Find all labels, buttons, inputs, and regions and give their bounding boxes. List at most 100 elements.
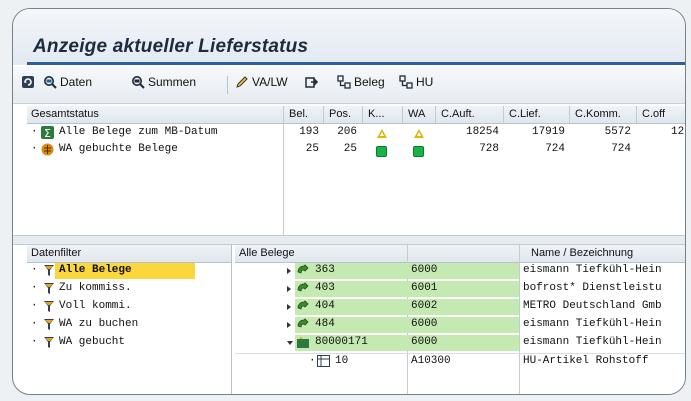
daten-button[interactable]: Daten — [43, 75, 92, 89]
export-button[interactable] — [305, 75, 319, 89]
doc-number: 80000171 — [315, 336, 368, 348]
tree-bullet: · — [31, 143, 38, 155]
column-divider — [362, 106, 363, 123]
collapse-arrow-icon[interactable] — [287, 341, 293, 345]
col-pos[interactable]: Pos. — [329, 108, 351, 120]
tree-bullet: · — [31, 336, 38, 348]
col-bel[interactable]: Bel. — [289, 108, 308, 120]
title-underline — [27, 62, 685, 65]
summen-button[interactable]: Summen — [131, 75, 196, 89]
summen-label: Summen — [148, 75, 197, 89]
col-c-auft[interactable]: C.Auft. — [441, 108, 475, 120]
col-wa[interactable]: WA — [408, 108, 425, 120]
list-item[interactable]: 80000171 6000 eismann Tiefkühl-Hein — [235, 335, 685, 351]
tree-bullet: · — [309, 355, 316, 367]
pos-value: 25 — [343, 143, 357, 155]
col-k[interactable]: K... — [368, 108, 385, 120]
doc-code: 6002 — [411, 300, 438, 312]
filter-label: Voll kommi. — [59, 300, 132, 312]
tree-bullet: · — [31, 318, 38, 330]
list-item[interactable]: 363 6000 eismann Tiefkühl-Hein — [235, 263, 685, 279]
bel-value: 25 — [305, 143, 319, 155]
filter-icon — [44, 319, 54, 330]
column-divider — [636, 106, 637, 123]
export-icon — [305, 77, 319, 88]
sum-icon: Σ — [41, 126, 54, 139]
col-name[interactable]: Name / Bezeichnung — [531, 247, 633, 259]
c-lief-value: 724 — [545, 143, 565, 155]
delivery-icon — [297, 300, 309, 310]
col-c-off[interactable]: C.off — [642, 108, 665, 120]
page-title: Anzeige aktueller Lieferstatus — [33, 36, 309, 57]
pencil-icon — [236, 76, 248, 88]
valw-button[interactable]: VA/LW — [235, 75, 288, 89]
c-auft-value: 728 — [479, 143, 499, 155]
data-selection-icon — [44, 76, 57, 89]
expand-arrow-icon[interactable] — [287, 286, 291, 292]
column-divider — [503, 106, 504, 123]
data-filter-header: Datenfilter — [27, 245, 231, 263]
delivery-icon — [297, 282, 309, 292]
doc-name: HU-Artikel Rohstoff — [523, 355, 649, 367]
filter-icon — [44, 301, 54, 312]
hu-button[interactable]: HU — [399, 75, 433, 89]
filter-item-zu-kommiss[interactable]: · Zu kommiss. — [31, 281, 231, 297]
daten-label: Daten — [60, 75, 93, 89]
title-bar: Anzeige aktueller Lieferstatus — [13, 9, 685, 65]
beleg-button[interactable]: Beleg — [337, 75, 385, 89]
filter-label: WA gebucht — [59, 336, 126, 348]
col-gesamtstatus[interactable]: Gesamtstatus — [31, 108, 99, 120]
c-komm-value: 724 — [611, 143, 631, 155]
filter-label: WA zu buchen — [59, 318, 139, 330]
valw-label: VA/LW — [252, 75, 288, 89]
documents-title[interactable]: Alle Belege — [239, 247, 295, 259]
status-table-header: Gesamtstatus Bel. Pos. K... WA C.Auft. C… — [27, 106, 685, 124]
filter-item-wa-gebucht[interactable]: · WA gebucht — [31, 335, 231, 351]
doc-code: A10300 — [411, 355, 451, 367]
row-label: Alle Belege zum MB-Datum — [59, 126, 218, 138]
beleg-label: Beleg — [354, 75, 385, 89]
column-divider — [435, 106, 436, 123]
doc-name: eismann Tiefkühl-Hein — [523, 264, 662, 276]
filter-item-voll-kommi[interactable]: · Voll kommi. — [31, 299, 231, 315]
expand-arrow-icon[interactable] — [287, 322, 291, 328]
filter-icon — [44, 337, 54, 348]
expand-arrow-icon[interactable] — [287, 268, 291, 274]
doc-number: 10 — [335, 355, 349, 367]
documents-header: Alle Belege Name / Bezeichnung — [235, 245, 685, 263]
doc-name: bofrost* Dienstleistu — [523, 282, 662, 294]
filter-icon — [44, 283, 54, 294]
col-c-komm[interactable]: C.Komm. — [575, 108, 621, 120]
doc-name: METRO Deutschland Gmb — [523, 300, 662, 312]
filter-item-alle-belege[interactable]: · Alle Belege — [31, 263, 195, 279]
expand-arrow-icon[interactable] — [287, 304, 291, 310]
bel-value: 193 — [299, 126, 319, 138]
data-filter-tree: Datenfilter · Alle Belege · Zu kommiss. … — [27, 245, 232, 394]
delivery-icon — [297, 264, 309, 274]
list-item[interactable]: 484 6000 eismann Tiefkühl-Hein — [235, 317, 685, 333]
doc-name: eismann Tiefkühl-Hein — [523, 336, 662, 348]
delivery-document-icon — [297, 337, 309, 348]
filter-label: Zu kommiss. — [59, 282, 132, 294]
table-row[interactable]: · WA gebuchte Belege 25 25 728 724 724 — [27, 142, 685, 158]
pane-splitter[interactable] — [13, 235, 685, 245]
filter-item-wa-zu-buchen[interactable]: · WA zu buchen — [31, 317, 231, 333]
pos-value: 206 — [337, 126, 357, 138]
sum-search-icon — [132, 76, 145, 89]
list-item[interactable]: 403 6001 bofrost* Dienstleistu — [235, 281, 685, 297]
list-item[interactable]: · 10 A10300 HU-Artikel Rohstoff — [235, 353, 685, 370]
status-warning-icon — [414, 129, 424, 138]
table-row[interactable]: · Σ Alle Belege zum MB-Datum 193 206 182… — [27, 125, 685, 141]
toolbar-separator — [227, 76, 228, 94]
tree-bullet: · — [31, 264, 38, 276]
column-divider — [569, 106, 570, 123]
documents-tree: Alle Belege Name / Bezeichnung 363 6000 … — [235, 245, 685, 394]
status-warning-icon — [377, 129, 387, 138]
list-item[interactable]: 404 6002 METRO Deutschland Gmb — [235, 299, 685, 315]
status-table: Gesamtstatus Bel. Pos. K... WA C.Auft. C… — [27, 106, 685, 235]
col-c-lief[interactable]: C.Lief. — [509, 108, 541, 120]
item-icon — [317, 355, 330, 367]
c-auft-value: 18254 — [465, 126, 499, 138]
refresh-button[interactable] — [21, 75, 35, 89]
tree-bullet: · — [31, 126, 38, 138]
